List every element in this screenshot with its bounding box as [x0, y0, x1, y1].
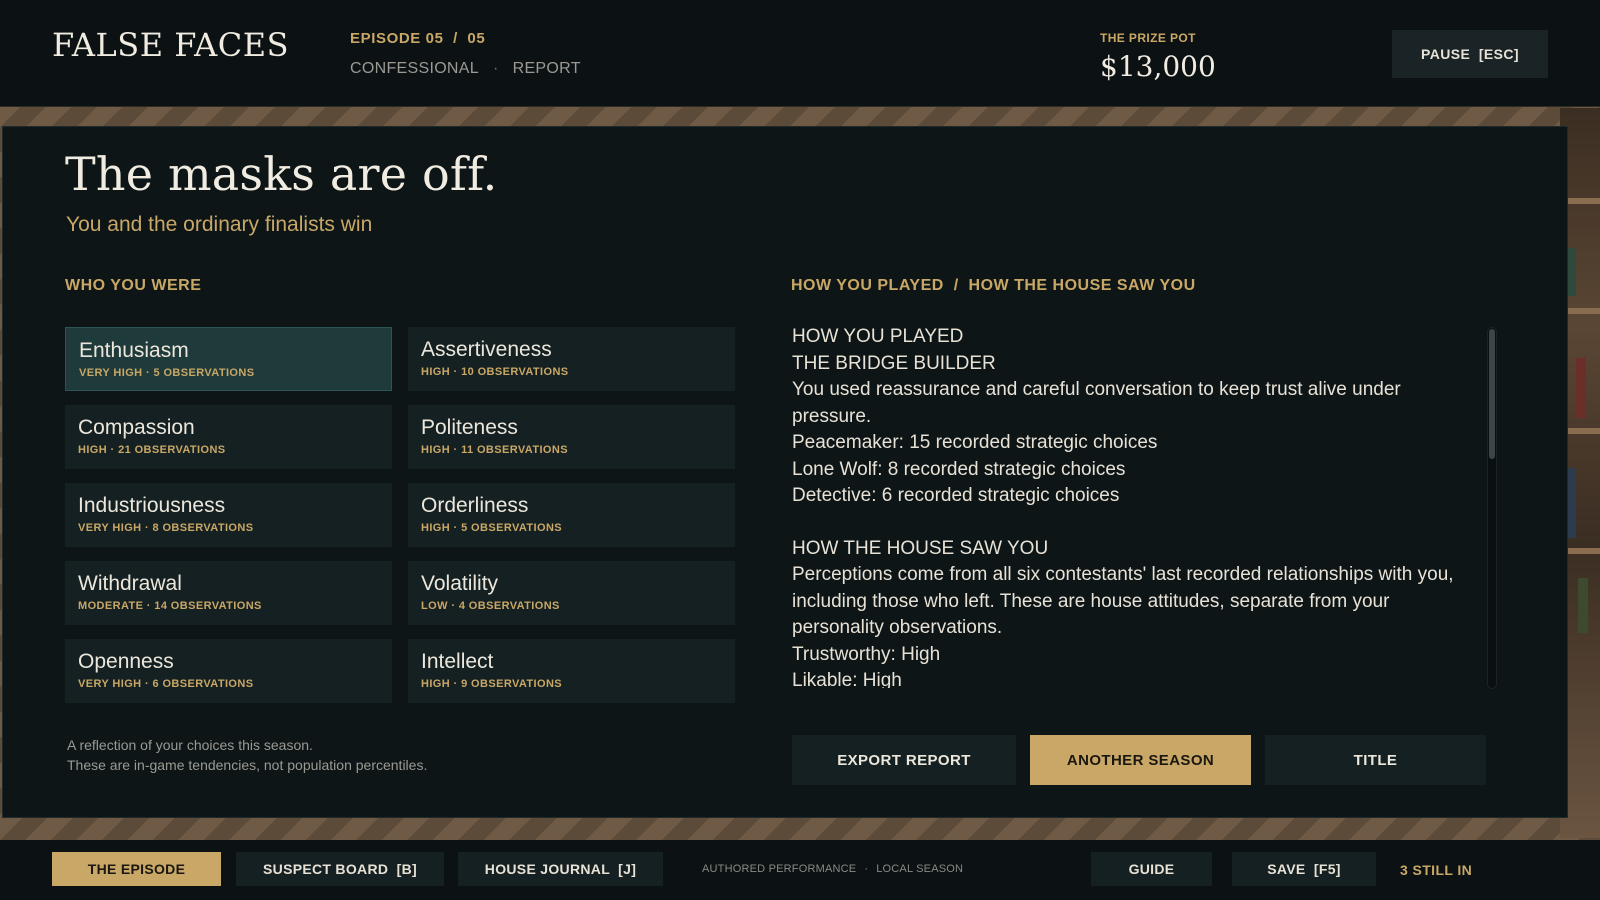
trait-footnote: A reflection of your choices this season… — [67, 735, 427, 775]
trait-name: Politeness — [421, 416, 518, 439]
trait-card-intellect[interactable]: Intellect HIGH · 9 OBSERVATIONS — [408, 639, 735, 703]
trait-card-politeness[interactable]: Politeness HIGH · 11 OBSERVATIONS — [408, 405, 735, 469]
contestants-remaining: 3 STILL IN — [1400, 862, 1473, 878]
breadcrumb-separator: · — [492, 60, 499, 77]
trait-level: HIGH · 9 OBSERVATIONS — [421, 678, 563, 690]
perception-line: Trustworthy: High — [792, 643, 941, 665]
played-heading: HOW YOU PLAYED — [792, 326, 964, 347]
trait-name: Openness — [78, 650, 174, 673]
tab-the-episode[interactable]: THE EPISODE — [52, 852, 221, 886]
breadcrumb: CONFESSIONAL · REPORT — [350, 60, 581, 78]
who-you-were-heading: WHO YOU WERE — [65, 277, 202, 294]
trait-card-compassion[interactable]: Compassion HIGH · 21 OBSERVATIONS — [65, 405, 392, 469]
trait-level: VERY HIGH · 6 OBSERVATIONS — [78, 678, 254, 690]
trait-name: Industriousness — [78, 494, 226, 517]
trait-level: HIGH · 10 OBSERVATIONS — [421, 366, 569, 378]
house-heading: HOW THE HOUSE SAW YOU — [792, 537, 1049, 559]
pause-button[interactable]: PAUSE [ESC] — [1392, 30, 1548, 78]
results-panel: The masks are off. You and the ordinary … — [2, 126, 1568, 818]
outcome-subtitle: You and the ordinary finalists win — [66, 213, 373, 236]
trait-level: LOW · 4 OBSERVATIONS — [421, 600, 560, 612]
trait-level: HIGH · 11 OBSERVATIONS — [421, 444, 568, 456]
session-info: AUTHORED PERFORMANCE · LOCAL SEASON — [702, 863, 963, 875]
footnote-line: These are in-game tendencies, not popula… — [67, 757, 428, 773]
play-style-line: Detective: 6 recorded strategic choices — [792, 485, 1120, 506]
play-style-line: Peacemaker: 15 recorded strategic choice… — [792, 432, 1158, 453]
report-heading: HOW YOU PLAYED / HOW THE HOUSE SAW YOU — [791, 277, 1196, 294]
trait-card-industriousness[interactable]: Industriousness VERY HIGH · 8 OBSERVATIO… — [65, 483, 392, 547]
trait-card-openness[interactable]: Openness VERY HIGH · 6 OBSERVATIONS — [65, 639, 392, 703]
breadcrumb-report[interactable]: REPORT — [513, 60, 581, 78]
trait-name: Orderliness — [421, 494, 529, 517]
trait-level: VERY HIGH · 8 OBSERVATIONS — [78, 522, 254, 534]
save-button[interactable]: SAVE [F5] — [1232, 852, 1376, 886]
breadcrumb-confessional[interactable]: CONFESSIONAL — [350, 60, 479, 78]
house-description: Perceptions come from all six contestant… — [792, 564, 1454, 638]
guide-button[interactable]: GUIDE — [1091, 852, 1212, 886]
performance-mode: AUTHORED PERFORMANCE — [702, 863, 857, 875]
trait-card-withdrawal[interactable]: Withdrawal MODERATE · 14 OBSERVATIONS — [65, 561, 392, 625]
report-scrollbar[interactable] — [1487, 327, 1497, 689]
top-bar: FALSE FACES EPISODE 05 / 05 CONFESSIONAL… — [0, 0, 1600, 107]
prize-pot-value: $13,000 — [1100, 50, 1216, 83]
trait-name: Intellect — [421, 650, 494, 673]
trait-name: Assertiveness — [421, 338, 552, 361]
trait-grid: Enthusiasm VERY HIGH · 5 OBSERVATIONS As… — [65, 327, 737, 703]
report-text-area[interactable]: HOW YOU PLAYED THE BRIDGE BUILDER You us… — [792, 324, 1482, 688]
trait-card-orderliness[interactable]: Orderliness HIGH · 5 OBSERVATIONS — [408, 483, 735, 547]
export-report-button[interactable]: EXPORT REPORT — [792, 735, 1016, 785]
trait-level: HIGH · 5 OBSERVATIONS — [421, 522, 563, 534]
trait-level: MODERATE · 14 OBSERVATIONS — [78, 600, 262, 612]
archetype-title: THE BRIDGE BUILDER — [792, 352, 996, 374]
title-button[interactable]: TITLE — [1265, 735, 1486, 785]
trait-name: Enthusiasm — [79, 339, 189, 362]
scrollbar-thumb[interactable] — [1489, 329, 1495, 459]
trait-level: HIGH · 21 OBSERVATIONS — [78, 444, 226, 456]
trait-card-volatility[interactable]: Volatility LOW · 4 OBSERVATIONS — [408, 561, 735, 625]
trait-level: VERY HIGH · 5 OBSERVATIONS — [79, 367, 255, 379]
season-mode: LOCAL SEASON — [876, 863, 964, 875]
meta-separator: · — [864, 863, 869, 875]
episode-counter: EPISODE 05 / 05 — [350, 30, 486, 47]
trait-name: Volatility — [421, 572, 499, 595]
tab-house-journal[interactable]: HOUSE JOURNAL [J] — [458, 852, 663, 886]
tab-suspect-board[interactable]: SUSPECT BOARD [B] — [236, 852, 444, 886]
trait-name: Compassion — [78, 416, 195, 439]
trait-name: Withdrawal — [78, 572, 182, 595]
game-logo: FALSE FACES — [52, 26, 290, 64]
page-title: The masks are off. — [65, 147, 498, 201]
prize-pot-label: THE PRIZE POT — [1100, 31, 1196, 45]
archetype-description: You used reassurance and careful convers… — [792, 379, 1401, 427]
trait-card-enthusiasm[interactable]: Enthusiasm VERY HIGH · 5 OBSERVATIONS — [65, 327, 392, 391]
trait-card-assertiveness[interactable]: Assertiveness HIGH · 10 OBSERVATIONS — [408, 327, 735, 391]
footnote-line: A reflection of your choices this season… — [67, 737, 313, 753]
play-style-line: Lone Wolf: 8 recorded strategic choices — [792, 458, 1126, 480]
another-season-button[interactable]: ANOTHER SEASON — [1030, 735, 1251, 785]
perception-line: Likable: High — [792, 670, 902, 688]
bottom-bar: THE EPISODE SUSPECT BOARD [B] HOUSE JOUR… — [0, 840, 1600, 900]
